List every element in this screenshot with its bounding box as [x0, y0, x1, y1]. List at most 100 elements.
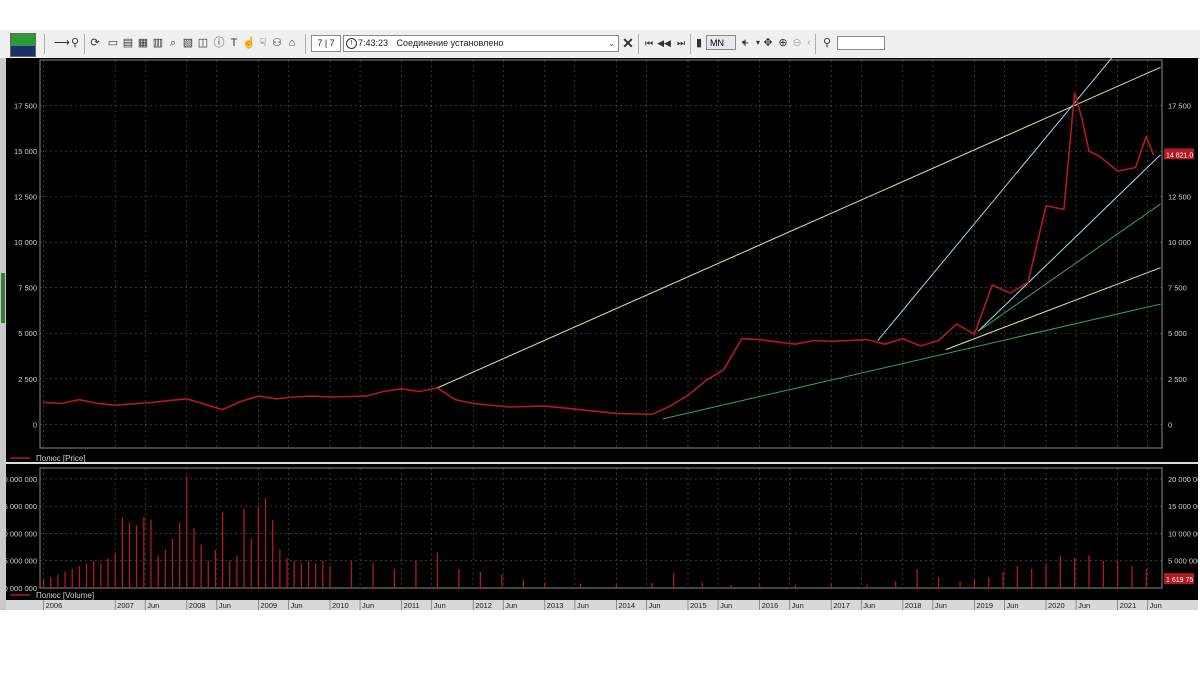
price-point [902, 338, 904, 340]
x-tick-label: Jun [147, 601, 159, 610]
price-point [275, 398, 277, 400]
timeframe-select[interactable]: MN [706, 35, 736, 50]
text-tool-icon[interactable]: T [227, 36, 241, 50]
toolbar-separator [84, 34, 85, 54]
toolbar-separator [44, 34, 45, 54]
y-tick-label-right: 10 000 [1168, 238, 1191, 247]
trendline-cyan[interactable] [977, 154, 1161, 332]
price-point [311, 395, 313, 397]
last-bar-icon[interactable]: ⏭ [674, 36, 688, 50]
lock-icon[interactable]: ⌂ [285, 36, 299, 50]
undo-icon[interactable]: ‹ [802, 36, 816, 50]
trendline-yellow[interactable] [437, 66, 1161, 389]
x-axis-bar [6, 600, 1198, 610]
volume-tick-label-right: 10 000 000 [1168, 529, 1198, 538]
y-tick-label-right: 2 500 [1168, 375, 1187, 384]
x-tick-label: Jun [935, 601, 947, 610]
price-point [186, 398, 188, 400]
price-point [400, 388, 403, 390]
chart-area[interactable]: 0 0 2 500 2 500 5 000 5 000 7 500 7 500 10 000 10… [4, 50, 1200, 610]
arrow-right-icon[interactable]: ⟶ [54, 36, 70, 50]
hand-sell-icon[interactable]: ☟ [256, 36, 270, 50]
trendline-green[interactable] [977, 203, 1161, 332]
window-list-icon[interactable]: ▤ [121, 36, 135, 50]
price-point [830, 340, 832, 343]
grid [40, 60, 1162, 589]
chart-svg[interactable]: 0 0 2 500 2 500 5 000 5 000 7 500 7 500 10 000 10… [4, 50, 1200, 610]
price-point [1027, 281, 1029, 283]
price-point [651, 413, 653, 415]
window-icon[interactable]: ▭ [106, 36, 120, 50]
x-tick-label: 2017 [833, 601, 850, 610]
zoom-target-icon[interactable]: ⊕ [776, 36, 790, 50]
y-tick-label-left: 7 500 [18, 284, 37, 293]
chevron-down-icon[interactable]: ⌄ [608, 36, 615, 51]
search-window-icon[interactable]: ⌕ [166, 36, 180, 50]
x-tick-label: Jun [1150, 601, 1162, 610]
portfolio-icon[interactable]: ◫ [196, 36, 210, 50]
price-point [383, 390, 385, 393]
volume-tick-label-right: 20 000 000 [1168, 475, 1198, 484]
chart-window-icon[interactable]: ▧ [181, 36, 195, 50]
price-point [257, 395, 259, 397]
x-tick-label: Jun [792, 601, 804, 610]
price-point [239, 400, 242, 403]
y-tick-label-left: 5 000 [18, 329, 37, 338]
price-panel-frame [39, 59, 1163, 449]
price-point [579, 409, 582, 411]
move-icon[interactable]: ✥ [761, 36, 775, 50]
x-tick-label: Jun [720, 601, 732, 610]
price-point [1009, 292, 1011, 294]
trendlines[interactable] [437, 50, 1161, 420]
toolbar-separator [815, 34, 816, 54]
search-icon[interactable]: ⚲ [820, 36, 834, 50]
price-point [221, 409, 224, 411]
price-point [1063, 208, 1065, 210]
current-volume-label: 1 619 75 [1166, 577, 1193, 584]
price-point [866, 339, 868, 341]
price-point [973, 333, 976, 335]
trendline-green[interactable] [662, 303, 1161, 420]
price-point [96, 402, 98, 404]
x-tick-label: 2020 [1048, 601, 1065, 610]
volume-tick-label-left: 5 000 000 [6, 502, 37, 511]
toolbar-separator [305, 34, 306, 54]
close-icon[interactable]: ✕ [621, 36, 635, 50]
table-icon[interactable]: ▦ [136, 36, 150, 50]
price-point [42, 401, 45, 404]
orders-icon[interactable]: ▥ [151, 36, 165, 50]
search-input[interactable] [837, 36, 885, 50]
price-point [168, 400, 170, 402]
info-icon[interactable]: ⓘ [212, 36, 226, 50]
x-tick-label: 2011 [404, 601, 420, 610]
price-point [150, 401, 152, 404]
volume-legend: Полюс [Volume] [36, 591, 94, 600]
price-point [454, 399, 456, 401]
volume-tick-label-left: 0 000 000 [6, 584, 37, 593]
refresh-icon[interactable]: ⟳ [88, 36, 102, 50]
prev-bar-icon[interactable]: ◀◀ [657, 36, 671, 50]
x-tick-label: Jun [648, 601, 660, 610]
crosshair-add-icon[interactable]: + [738, 36, 752, 50]
hand-buy-icon[interactable]: ☝ [242, 36, 256, 50]
price-series [42, 91, 1155, 416]
price-point [114, 404, 116, 406]
price-point [1081, 117, 1083, 119]
terminal-logo-icon[interactable] [10, 33, 36, 57]
connect-icon[interactable]: ⚲ [68, 36, 82, 50]
x-tick-label: 2016 [762, 601, 779, 610]
users-icon[interactable]: ⚇ [270, 36, 284, 50]
x-tick-label: 2015 [690, 601, 707, 610]
trendline-yellow[interactable] [945, 267, 1161, 351]
price-point [687, 394, 689, 396]
first-bar-icon[interactable]: ⏮ [642, 36, 656, 50]
price-point [508, 406, 510, 408]
x-tick-label: 2013 [547, 601, 564, 610]
y-tick-label-left: 0 [33, 420, 37, 429]
price-point [293, 396, 295, 398]
bar-chart-icon[interactable]: ▮ [692, 36, 706, 50]
price-point [544, 405, 546, 407]
connection-status-dropdown[interactable]: ! 7:43:23 Соединение установлено ⌄ [343, 35, 619, 52]
x-tick-label: 2009 [260, 601, 277, 610]
x-tick-label: 2008 [189, 601, 206, 610]
